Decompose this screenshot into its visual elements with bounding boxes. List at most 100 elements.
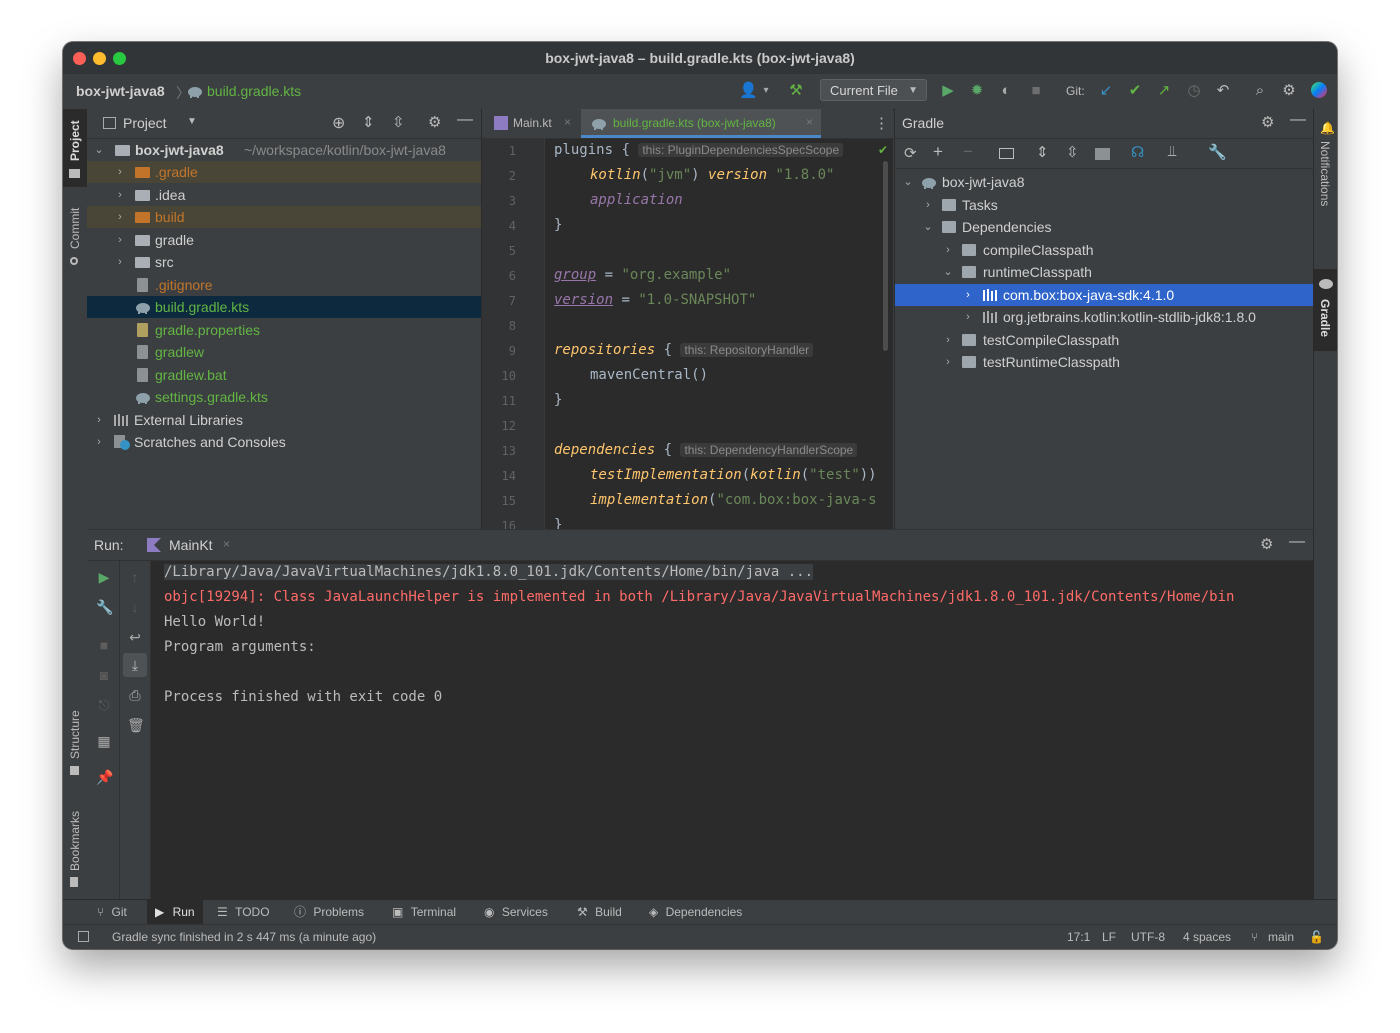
modify-run-config-icon[interactable]: 🔧 <box>96 599 113 615</box>
git-branch[interactable]: main <box>1268 930 1294 944</box>
toggle-skip-tests-icon[interactable]: ⫫ <box>1168 143 1176 160</box>
notifications-tool-button[interactable]: 🔔 Notifications <box>1314 119 1337 227</box>
hide-panel-icon[interactable]: — <box>457 111 473 129</box>
git-commit-icon[interactable]: ✔ <box>1126 82 1144 100</box>
search-icon[interactable]: ⌕ <box>1251 82 1269 100</box>
project-panel-title[interactable]: Project <box>123 115 167 131</box>
bottom-tab-dependencies[interactable]: ◈ Dependencies <box>649 900 742 924</box>
scroll-to-end-button[interactable]: ⤓ <box>123 653 147 677</box>
run-tab-mainkt[interactable]: MainKt × <box>139 530 239 560</box>
dependencies-diagram-icon[interactable] <box>1095 148 1110 160</box>
tree-item[interactable]: › .idea <box>87 184 481 206</box>
settings-gear-icon[interactable]: ⚙ <box>1260 535 1273 553</box>
git-update-icon[interactable]: ↙ <box>1097 82 1115 100</box>
hide-panel-icon[interactable]: — <box>1290 111 1306 129</box>
soft-wrap-icon[interactable]: ↩ <box>127 629 143 645</box>
expand-all-icon[interactable]: ⇕ <box>1036 143 1049 161</box>
stop-icon[interactable]: ■ <box>96 637 112 653</box>
expand-all-icon[interactable]: ⇕ <box>362 113 375 131</box>
bottom-tab-run[interactable]: ▶ Run <box>147 900 203 924</box>
close-tab-icon[interactable]: × <box>806 115 813 129</box>
gradle-tree-row[interactable]: ⌄ box-jwt-java8 <box>895 171 1314 193</box>
layout-icon[interactable]: ▦ <box>96 733 112 749</box>
debug-bug-icon[interactable]: ✹ <box>968 82 986 100</box>
user-icon[interactable]: 👤 <box>739 82 758 100</box>
project-tool-button[interactable]: Project <box>63 109 87 187</box>
bottom-tab-todo[interactable]: ☰ TODO <box>217 900 270 924</box>
add-icon[interactable]: + <box>933 142 943 162</box>
settings-gear-icon[interactable]: ⚙ <box>1261 113 1274 131</box>
tree-item[interactable]: › Scratches and Consoles <box>87 431 481 453</box>
gradle-tree-row[interactable]: ⌄ Dependencies <box>895 216 1314 238</box>
tree-item[interactable]: › .gradle <box>87 161 481 183</box>
close-tab-icon[interactable]: × <box>564 115 571 129</box>
chevron-down-icon[interactable]: ▼ <box>187 116 197 127</box>
code-area[interactable]: plugins { this: PluginDependenciesSpecSc… <box>482 138 893 529</box>
gradle-tree-row[interactable]: › compileClasspath <box>895 239 1314 261</box>
jetbrains-logo-icon[interactable] <box>1311 82 1327 98</box>
camera-icon[interactable]: ◙ <box>96 667 112 683</box>
breadcrumb-project[interactable]: box-jwt-java8 <box>76 83 165 99</box>
tree-item[interactable]: settings.gradle.kts <box>87 386 481 408</box>
settings-gear-icon[interactable]: ⚙ <box>1280 82 1298 100</box>
settings-gear-icon[interactable]: ⚙ <box>428 113 441 131</box>
hide-panel-icon[interactable]: — <box>1289 533 1305 551</box>
rollback-icon[interactable]: ↶ <box>1214 82 1232 100</box>
bottom-tab-build[interactable]: ⚒ Build <box>577 900 622 924</box>
chevron-down-icon[interactable]: ▾ <box>757 82 775 100</box>
caret-position[interactable]: 17:1 <box>1067 930 1090 944</box>
close-tab-icon[interactable]: × <box>223 537 230 551</box>
tab-build-gradle-kts[interactable]: build.gradle.kts (box-jwt-java8) × <box>581 109 821 138</box>
collapse-all-icon[interactable]: ⇳ <box>1066 143 1079 161</box>
print-icon[interactable]: ⎙ <box>127 687 143 703</box>
stop-icon[interactable]: ■ <box>1027 82 1045 100</box>
bottom-tab-git[interactable]: ⑂ Git <box>97 900 127 924</box>
lock-icon[interactable]: 🔓 <box>1309 930 1324 944</box>
build-tool-settings-icon[interactable]: 🔧 <box>1208 143 1227 161</box>
rerun-icon[interactable]: ▶ <box>96 569 112 585</box>
tree-root[interactable]: ⌄ box-jwt-java8 ~/workspace/kotlin/box-j… <box>87 139 481 161</box>
history-icon[interactable]: ◷ <box>1185 82 1203 100</box>
tree-item[interactable]: › External Libraries <box>87 409 481 431</box>
gradle-tree-row[interactable]: ⌄ runtimeClasspath <box>895 261 1314 283</box>
up-arrow-icon[interactable]: ↑ <box>127 569 143 585</box>
tree-item[interactable]: › gradle <box>87 229 481 251</box>
bottom-tab-problems[interactable]: ⓘ Problems <box>294 900 364 924</box>
bottom-tab-services[interactable]: ◉ Services <box>484 900 548 924</box>
gradle-tree-row[interactable]: › testRuntimeClasspath <box>895 351 1314 373</box>
trash-icon[interactable]: 🗑 <box>127 717 145 733</box>
tree-item[interactable]: › build <box>87 206 481 228</box>
gradle-tool-button[interactable]: Gradle <box>1314 269 1337 351</box>
tree-item[interactable]: .gitignore <box>87 274 481 296</box>
execute-task-icon[interactable] <box>999 148 1014 159</box>
down-arrow-icon[interactable]: ↓ <box>127 599 143 615</box>
tree-item[interactable]: gradle.properties <box>87 319 481 341</box>
indent-setting[interactable]: 4 spaces <box>1183 930 1231 944</box>
editor-scrollbar[interactable] <box>883 161 888 351</box>
gradle-tree-row[interactable]: › testCompileClasspath <box>895 329 1314 351</box>
line-separator[interactable]: LF <box>1102 930 1116 944</box>
tree-item[interactable]: › src <box>87 251 481 273</box>
build-hammer-icon[interactable]: ⚒ <box>787 82 805 100</box>
remove-icon[interactable]: − <box>963 142 973 162</box>
exit-icon[interactable]: ⎋ <box>96 697 112 713</box>
locate-target-icon[interactable]: ⊕ <box>332 113 345 133</box>
run-console[interactable]: /Library/Java/JavaVirtualMachines/jdk1.8… <box>151 561 1313 900</box>
file-encoding[interactable]: UTF-8 <box>1131 930 1165 944</box>
gradle-tree-row[interactable]: › org.jetbrains.kotlin:kotlin-stdlib-jdk… <box>895 306 1314 328</box>
collapse-all-icon[interactable]: ⇳ <box>392 113 405 131</box>
tree-item-selected[interactable]: build.gradle.kts <box>87 296 481 318</box>
bottom-tab-terminal[interactable]: ▣ Terminal <box>392 900 456 924</box>
run-icon[interactable]: ▶ <box>939 82 957 100</box>
tree-item[interactable]: gradlew <box>87 341 481 363</box>
gradle-tree-row-selected[interactable]: › com.box:box-java-sdk:4.1.0 <box>895 284 1314 306</box>
reload-icon[interactable]: ⟳ <box>904 144 917 162</box>
bookmarks-tool-button[interactable]: Bookmarks <box>63 801 87 891</box>
no-problems-check-icon[interactable]: ✔ <box>878 143 888 157</box>
more-options-icon[interactable]: ⋮ <box>874 114 889 132</box>
coverage-icon[interactable]: ◐ <box>997 82 1015 100</box>
structure-tool-button[interactable]: Structure <box>63 703 87 781</box>
gradle-tree-row[interactable]: › Tasks <box>895 194 1314 216</box>
git-push-icon[interactable]: ↗ <box>1155 82 1173 100</box>
tab-main-kt[interactable]: Main.kt × <box>482 109 580 138</box>
